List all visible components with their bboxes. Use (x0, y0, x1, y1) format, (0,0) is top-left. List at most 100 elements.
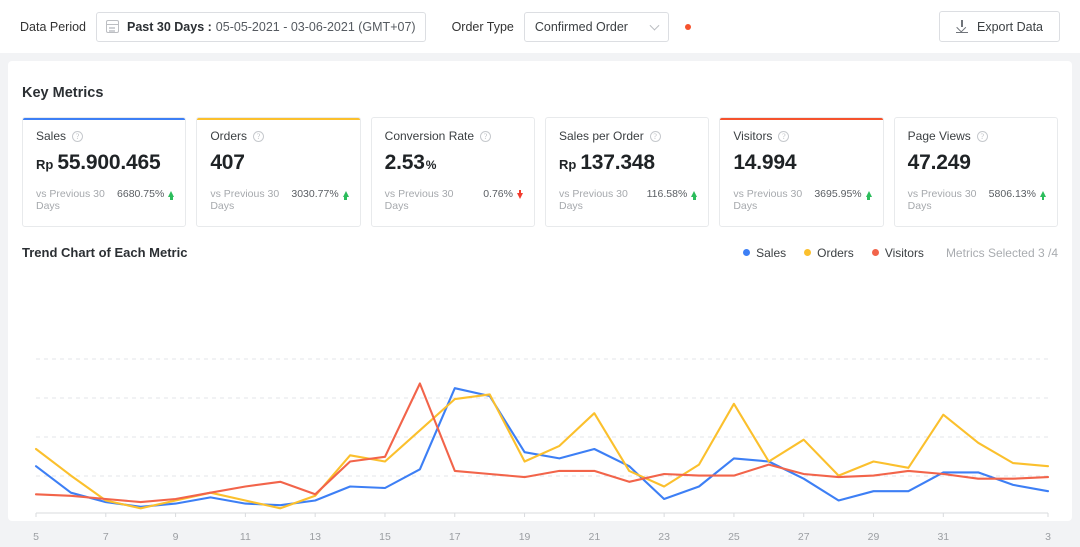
x-axis-tick-label: 29 (868, 531, 880, 543)
order-type-label: Order Type (452, 20, 514, 34)
chevron-down-icon (649, 20, 659, 30)
card-accent-bar (22, 117, 186, 120)
export-data-button[interactable]: Export Data (939, 11, 1060, 42)
metric-delta: 0.76% (483, 188, 523, 200)
order-type-select[interactable]: Confirmed Order (524, 12, 669, 42)
legend-label: Orders (817, 246, 854, 260)
x-axis-tick-label: 13 (309, 531, 321, 543)
x-axis-tick-label: 31 (937, 531, 949, 543)
legend-item[interactable]: Orders (804, 246, 854, 260)
metric-comparison: vs Previous 30 Days 0.76% (385, 188, 523, 212)
metric-card-header: Orders ? (210, 129, 346, 143)
legend-dot-icon (872, 249, 879, 256)
metric-vs-label: vs Previous 30 Days (733, 188, 814, 212)
metric-delta: 3695.95% (814, 188, 871, 200)
metric-comparison: vs Previous 30 Days 5806.13% (908, 188, 1046, 212)
metric-vs-label: vs Previous 30 Days (210, 188, 291, 212)
date-range-label: 05-05-2021 - 03-06-2021 (GMT+07) (216, 20, 416, 34)
metric-value-row: 407 (210, 151, 346, 175)
x-axis-tick-label: 23 (658, 531, 670, 543)
x-axis-tick-label: 19 (519, 531, 531, 543)
metric-currency: Rp (36, 157, 53, 172)
metric-comparison: vs Previous 30 Days 3695.95% (733, 188, 871, 212)
metrics-selected-label[interactable]: Metrics Selected 3 /4 (946, 246, 1058, 260)
x-axis-tick-label: 15 (379, 531, 391, 543)
metric-value: 137.348 (580, 151, 655, 175)
x-axis-tick-label: 7 (103, 531, 109, 543)
legend-item[interactable]: Sales (743, 246, 786, 260)
metric-card[interactable]: Conversion Rate ? 2.53% vs Previous 30 D… (371, 117, 535, 227)
metric-value-row: Rp 55.900.465 (36, 151, 172, 175)
alert-dot-icon (685, 24, 691, 30)
metric-delta-value: 3030.77% (291, 188, 338, 200)
metric-card[interactable]: Visitors ? 14.994 vs Previous 30 Days 36… (719, 117, 883, 227)
date-preset-label: Past 30 Days : (127, 20, 212, 34)
trend-chart-header: Trend Chart of Each Metric Sales Orders … (8, 227, 1072, 260)
metric-card-header: Sales ? (36, 129, 172, 143)
key-metrics-title: Key Metrics (8, 61, 1072, 101)
metric-cards: Sales ? Rp 55.900.465 vs Previous 30 Days… (8, 101, 1072, 227)
metric-delta-value: 0.76% (483, 188, 513, 200)
date-period-picker[interactable]: Past 30 Days : 05-05-2021 - 03-06-2021 (… (96, 12, 426, 42)
x-axis-tick-label: 11 (240, 531, 251, 543)
metric-value-row: 47.249 (908, 151, 1044, 175)
legend-item[interactable]: Visitors (872, 246, 924, 260)
metric-card[interactable]: Sales ? Rp 55.900.465 vs Previous 30 Days… (22, 117, 186, 227)
question-circle-icon[interactable]: ? (253, 131, 264, 142)
x-axis-tick-label: 21 (589, 531, 601, 543)
chart-series-line (36, 388, 1048, 507)
metric-card[interactable]: Orders ? 407 vs Previous 30 Days 3030.77… (196, 117, 360, 227)
legend-dot-icon (804, 249, 811, 256)
trend-up-icon (168, 191, 174, 197)
metric-card[interactable]: Sales per Order ? Rp 137.348 vs Previous … (545, 117, 709, 227)
metric-delta: 5806.13% (989, 188, 1046, 200)
metric-currency: Rp (559, 157, 576, 172)
download-icon (956, 20, 969, 33)
card-accent-bar (196, 117, 360, 120)
question-circle-icon[interactable]: ? (650, 131, 661, 142)
filter-bar: Data Period Past 30 Days : 05-05-2021 - … (0, 0, 1080, 53)
card-accent-bar (719, 117, 883, 120)
main-panel: Key Metrics Sales ? Rp 55.900.465 vs Prev… (8, 61, 1072, 521)
legend-label: Sales (756, 246, 786, 260)
metric-delta-value: 116.58% (647, 188, 688, 200)
metric-delta-value: 3695.95% (814, 188, 861, 200)
trend-up-icon (1040, 191, 1046, 197)
metric-value: 47.249 (908, 151, 971, 175)
metric-name: Sales per Order (559, 129, 644, 143)
metric-vs-label: vs Previous 30 Days (385, 188, 467, 212)
calendar-icon (106, 20, 119, 33)
trend-down-icon (517, 193, 523, 199)
data-period-label: Data Period (20, 20, 86, 34)
metric-value-row: 14.994 (733, 151, 869, 175)
metric-comparison: vs Previous 30 Days 3030.77% (210, 188, 348, 212)
metric-delta: 116.58% (647, 188, 698, 200)
x-axis-tick-label: 3 (1045, 531, 1051, 543)
metric-card-header: Page Views ? (908, 129, 1044, 143)
export-data-label: Export Data (977, 20, 1043, 34)
trend-up-icon (691, 191, 697, 197)
legend-dot-icon (743, 249, 750, 256)
metric-name: Conversion Rate (385, 129, 474, 143)
trend-chart-svg (22, 341, 1058, 527)
trend-chart-title: Trend Chart of Each Metric (22, 245, 187, 260)
metric-name: Visitors (733, 129, 772, 143)
metric-card[interactable]: Page Views ? 47.249 vs Previous 30 Days … (894, 117, 1058, 227)
x-axis-tick-label: 27 (798, 531, 810, 543)
question-circle-icon[interactable]: ? (72, 131, 83, 142)
metric-delta-value: 5806.13% (989, 188, 1036, 200)
chart-legend: Sales Orders Visitors Metrics Selected 3 … (725, 246, 1058, 260)
question-circle-icon[interactable]: ? (977, 131, 988, 142)
metric-comparison: vs Previous 30 Days 6680.75% (36, 188, 174, 212)
metric-delta-value: 6680.75% (117, 188, 164, 200)
metric-value: 407 (210, 151, 244, 175)
metric-comparison: vs Previous 30 Days 116.58% (559, 188, 697, 212)
question-circle-icon[interactable]: ? (480, 131, 491, 142)
trend-chart[interactable]: 57911131517192123252729313 (22, 341, 1058, 521)
order-type-value: Confirmed Order (535, 20, 628, 34)
x-axis-tick-label: 5 (33, 531, 39, 543)
trend-up-icon (343, 191, 349, 197)
metric-value: 55.900.465 (57, 151, 160, 175)
question-circle-icon[interactable]: ? (778, 131, 789, 142)
legend-label: Visitors (885, 246, 924, 260)
